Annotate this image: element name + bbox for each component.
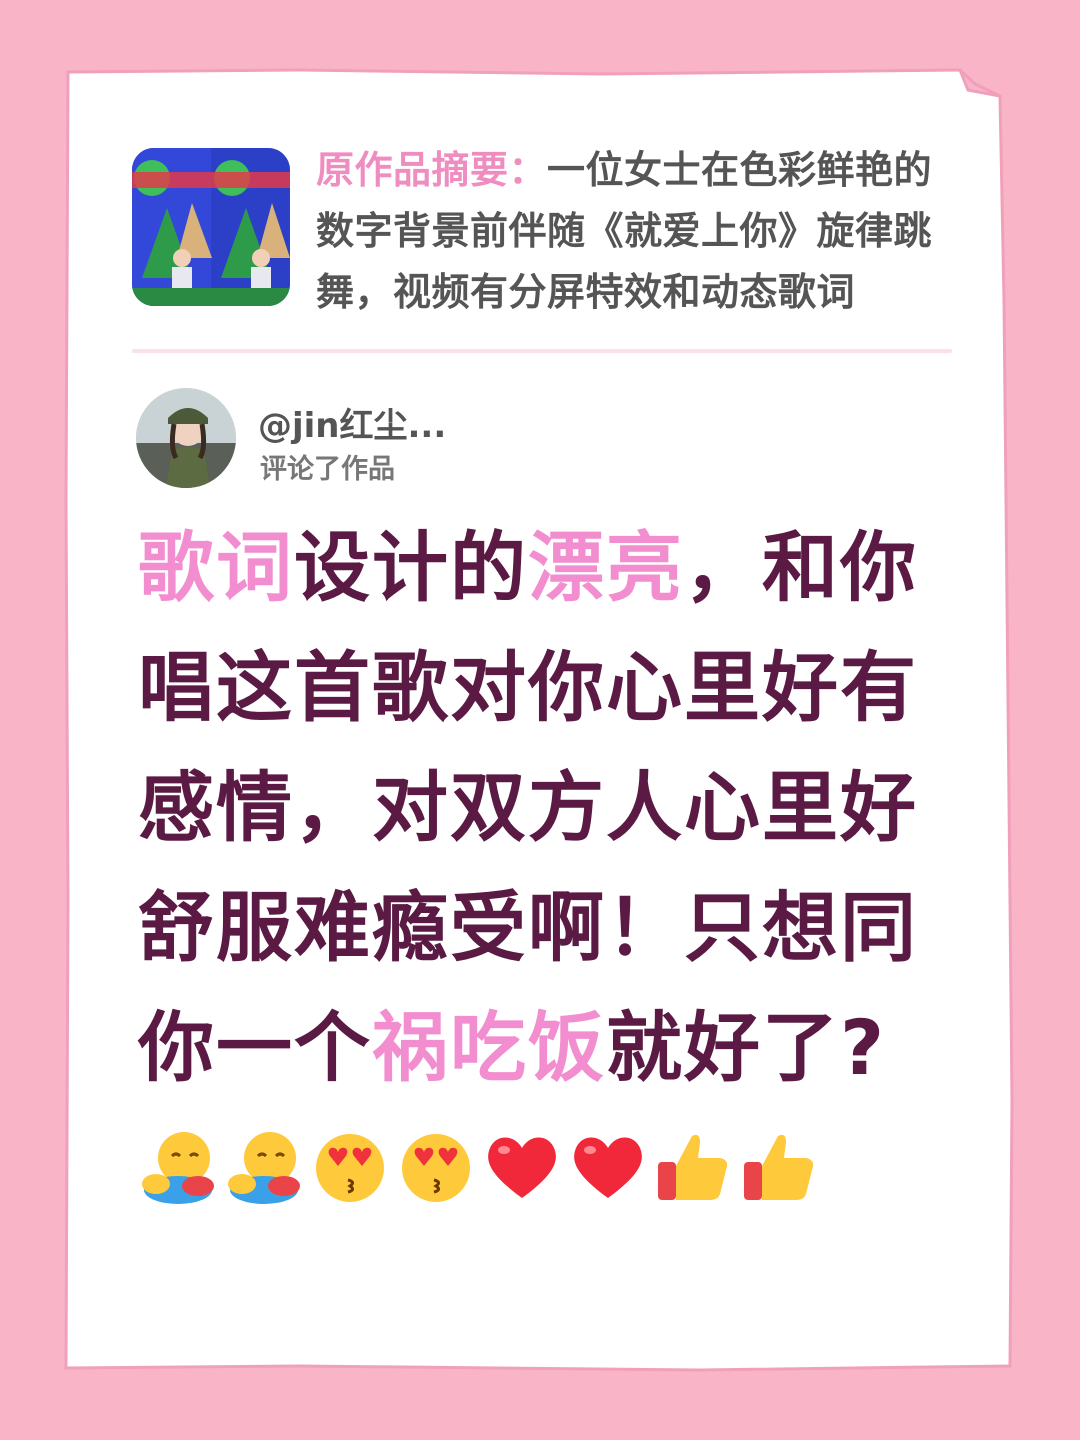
avatar[interactable] bbox=[136, 388, 236, 488]
comment-segment: 就好了? bbox=[606, 1003, 887, 1092]
red-heart-icon bbox=[488, 1137, 556, 1198]
emoji-row bbox=[138, 1126, 820, 1206]
comment-segment-highlight: 漂亮 bbox=[528, 523, 684, 612]
comment-segment: 设计的 bbox=[294, 523, 528, 612]
video-thumbnail[interactable] bbox=[132, 148, 290, 306]
comment-action-label: 评论了作品 bbox=[260, 454, 395, 485]
summary-text: 原作品摘要：一位女士在色彩鲜艳的数字背景前伴随《就爱上你》旋律跳舞，视频有分屏特… bbox=[316, 140, 956, 323]
red-heart-icon bbox=[574, 1137, 642, 1198]
username[interactable]: @jin红尘... bbox=[258, 398, 446, 447]
kissing-heart-eyes-icon bbox=[316, 1134, 384, 1202]
summary-label: 原作品摘要： bbox=[316, 148, 548, 192]
comment-segment-highlight: 歌词 bbox=[138, 523, 294, 612]
kissing-heart-eyes-icon bbox=[402, 1134, 470, 1202]
comment-segment-highlight: 祸吃饭 bbox=[372, 1003, 606, 1092]
section-divider bbox=[132, 349, 952, 353]
summary-section: 原作品摘要：一位女士在色彩鲜艳的数字背景前伴随《就爱上你》旋律跳舞，视频有分屏特… bbox=[132, 140, 952, 320]
thumbs-up-icon bbox=[658, 1134, 728, 1200]
hugging-face-icon bbox=[228, 1132, 300, 1204]
hugging-face-icon bbox=[142, 1132, 214, 1204]
comment-body: 歌词设计的漂亮，和你唱这首歌对你心里好有感情，对双方人心里好舒服难瘾受啊！只想同… bbox=[138, 508, 958, 1108]
thumbs-up-icon bbox=[744, 1134, 814, 1200]
